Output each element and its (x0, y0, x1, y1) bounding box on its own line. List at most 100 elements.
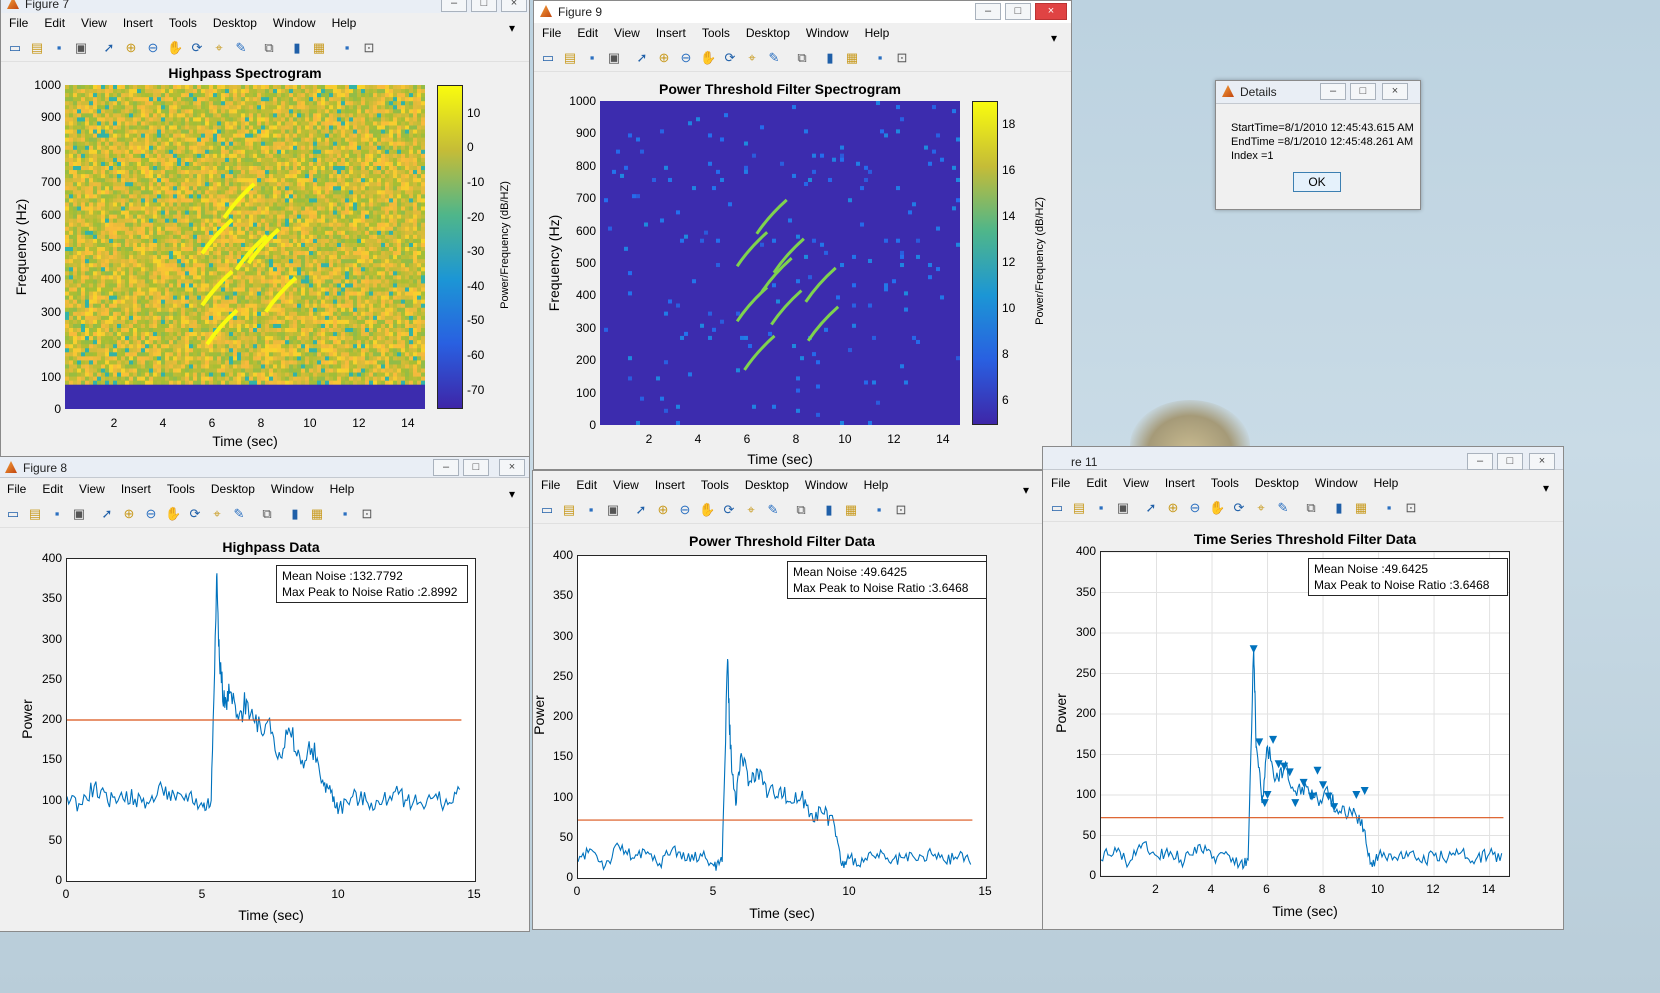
rotate-icon[interactable]: ⟳ (1231, 500, 1247, 516)
colorbar-icon[interactable]: ▮ (822, 50, 838, 66)
open-icon[interactable]: ▤ (29, 40, 45, 56)
menu-edit[interactable]: Edit (36, 13, 73, 30)
link-icon[interactable]: ⧉ (793, 502, 809, 518)
hide-plot-tools-icon[interactable]: ▪ (871, 502, 887, 518)
menu-tools[interactable]: Tools (694, 23, 738, 40)
menu-dock-icon[interactable]: ▾ (501, 484, 523, 501)
menu-help[interactable]: Help (856, 475, 897, 492)
new-file-icon[interactable]: ▭ (1049, 500, 1065, 516)
details-titlebar[interactable]: Details – □ × (1216, 81, 1420, 104)
menu-desktop[interactable]: Desktop (205, 13, 265, 30)
maximize-button[interactable]: □ (463, 459, 489, 476)
colorbar-icon[interactable]: ▮ (287, 506, 303, 522)
menu-tools[interactable]: Tools (161, 13, 205, 30)
link-icon[interactable]: ⧉ (794, 50, 810, 66)
print-icon[interactable]: ▣ (605, 502, 621, 518)
pointer-icon[interactable]: ➚ (101, 40, 117, 56)
menu-view[interactable]: View (605, 475, 647, 492)
menu-file[interactable]: File (533, 475, 568, 492)
menu-help[interactable]: Help (1366, 473, 1407, 490)
link-icon[interactable]: ⧉ (261, 40, 277, 56)
menu-view[interactable]: View (73, 13, 115, 30)
open-icon[interactable]: ▤ (1071, 500, 1087, 516)
print-icon[interactable]: ▣ (71, 506, 87, 522)
print-icon[interactable]: ▣ (606, 50, 622, 66)
zoom-out-icon[interactable]: ⊖ (678, 50, 694, 66)
close-button[interactable]: × (499, 459, 525, 476)
menu-dock-icon[interactable]: ▾ (1015, 480, 1037, 497)
zoom-out-icon[interactable]: ⊖ (1187, 500, 1203, 516)
link-icon[interactable]: ⧉ (259, 506, 275, 522)
save-icon[interactable]: ▪ (51, 40, 67, 56)
menu-help[interactable]: Help (322, 479, 363, 496)
figure-11-titlebar[interactable]: re 11 – □ × (1043, 447, 1563, 470)
save-icon[interactable]: ▪ (49, 506, 65, 522)
menu-desktop[interactable]: Desktop (1247, 473, 1307, 490)
save-icon[interactable]: ▪ (583, 502, 599, 518)
colorbar-icon[interactable]: ▮ (821, 502, 837, 518)
pan-icon[interactable]: ✋ (700, 50, 716, 66)
new-file-icon[interactable]: ▭ (5, 506, 21, 522)
minimize-button[interactable]: – (1320, 83, 1346, 100)
maximize-button[interactable]: □ (1497, 453, 1523, 470)
minimize-button[interactable]: – (1467, 453, 1493, 470)
legend-icon[interactable]: ▦ (311, 40, 327, 56)
menu-window[interactable]: Window (263, 479, 322, 496)
minimize-button[interactable]: – (441, 0, 467, 12)
data-cursor-icon[interactable]: ⌖ (743, 502, 759, 518)
zoom-in-icon[interactable]: ⊕ (656, 50, 672, 66)
menu-edit[interactable]: Edit (1078, 473, 1115, 490)
data-cursor-icon[interactable]: ⌖ (1253, 500, 1269, 516)
menu-file[interactable]: File (1, 13, 36, 30)
menu-desktop[interactable]: Desktop (738, 23, 798, 40)
menu-desktop[interactable]: Desktop (737, 475, 797, 492)
pan-icon[interactable]: ✋ (167, 40, 183, 56)
menu-insert[interactable]: Insert (113, 479, 159, 496)
zoom-out-icon[interactable]: ⊖ (677, 502, 693, 518)
menu-dock-icon[interactable]: ▾ (1535, 478, 1557, 495)
pan-icon[interactable]: ✋ (165, 506, 181, 522)
data-cursor-icon[interactable]: ⌖ (209, 506, 225, 522)
data-cursor-icon[interactable]: ⌖ (744, 50, 760, 66)
hide-plot-tools-icon[interactable]: ▪ (337, 506, 353, 522)
save-icon[interactable]: ▪ (584, 50, 600, 66)
link-icon[interactable]: ⧉ (1303, 500, 1319, 516)
menu-insert[interactable]: Insert (647, 475, 693, 492)
menu-file[interactable]: File (1043, 473, 1078, 490)
brush-icon[interactable]: ✎ (766, 50, 782, 66)
menu-insert[interactable]: Insert (115, 13, 161, 30)
zoom-in-icon[interactable]: ⊕ (123, 40, 139, 56)
show-plot-tools-icon[interactable]: ⊡ (361, 40, 377, 56)
rotate-icon[interactable]: ⟳ (187, 506, 203, 522)
show-plot-tools-icon[interactable]: ⊡ (1403, 500, 1419, 516)
menu-tools[interactable]: Tools (1203, 473, 1247, 490)
menu-desktop[interactable]: Desktop (203, 479, 263, 496)
menu-view[interactable]: View (606, 23, 648, 40)
new-file-icon[interactable]: ▭ (540, 50, 556, 66)
brush-icon[interactable]: ✎ (233, 40, 249, 56)
maximize-button[interactable]: □ (1350, 83, 1376, 100)
pointer-icon[interactable]: ➚ (99, 506, 115, 522)
legend-icon[interactable]: ▦ (843, 502, 859, 518)
print-icon[interactable]: ▣ (73, 40, 89, 56)
menu-help[interactable]: Help (857, 23, 898, 40)
rotate-icon[interactable]: ⟳ (721, 502, 737, 518)
figure-8-titlebar[interactable]: Figure 8 – □ × (0, 457, 529, 478)
zoom-out-icon[interactable]: ⊖ (143, 506, 159, 522)
data-cursor-icon[interactable]: ⌖ (211, 40, 227, 56)
minimize-button[interactable]: – (975, 3, 1001, 20)
menu-window[interactable]: Window (798, 23, 857, 40)
maximize-button[interactable]: □ (471, 0, 497, 12)
legend-icon[interactable]: ▦ (844, 50, 860, 66)
menu-help[interactable]: Help (324, 13, 365, 30)
zoom-in-icon[interactable]: ⊕ (1165, 500, 1181, 516)
pointer-icon[interactable]: ➚ (634, 50, 650, 66)
legend-icon[interactable]: ▦ (1353, 500, 1369, 516)
zoom-in-icon[interactable]: ⊕ (121, 506, 137, 522)
zoom-out-icon[interactable]: ⊖ (145, 40, 161, 56)
new-file-icon[interactable]: ▭ (539, 502, 555, 518)
legend-icon[interactable]: ▦ (309, 506, 325, 522)
open-icon[interactable]: ▤ (561, 502, 577, 518)
menu-insert[interactable]: Insert (648, 23, 694, 40)
colorbar-icon[interactable]: ▮ (1331, 500, 1347, 516)
